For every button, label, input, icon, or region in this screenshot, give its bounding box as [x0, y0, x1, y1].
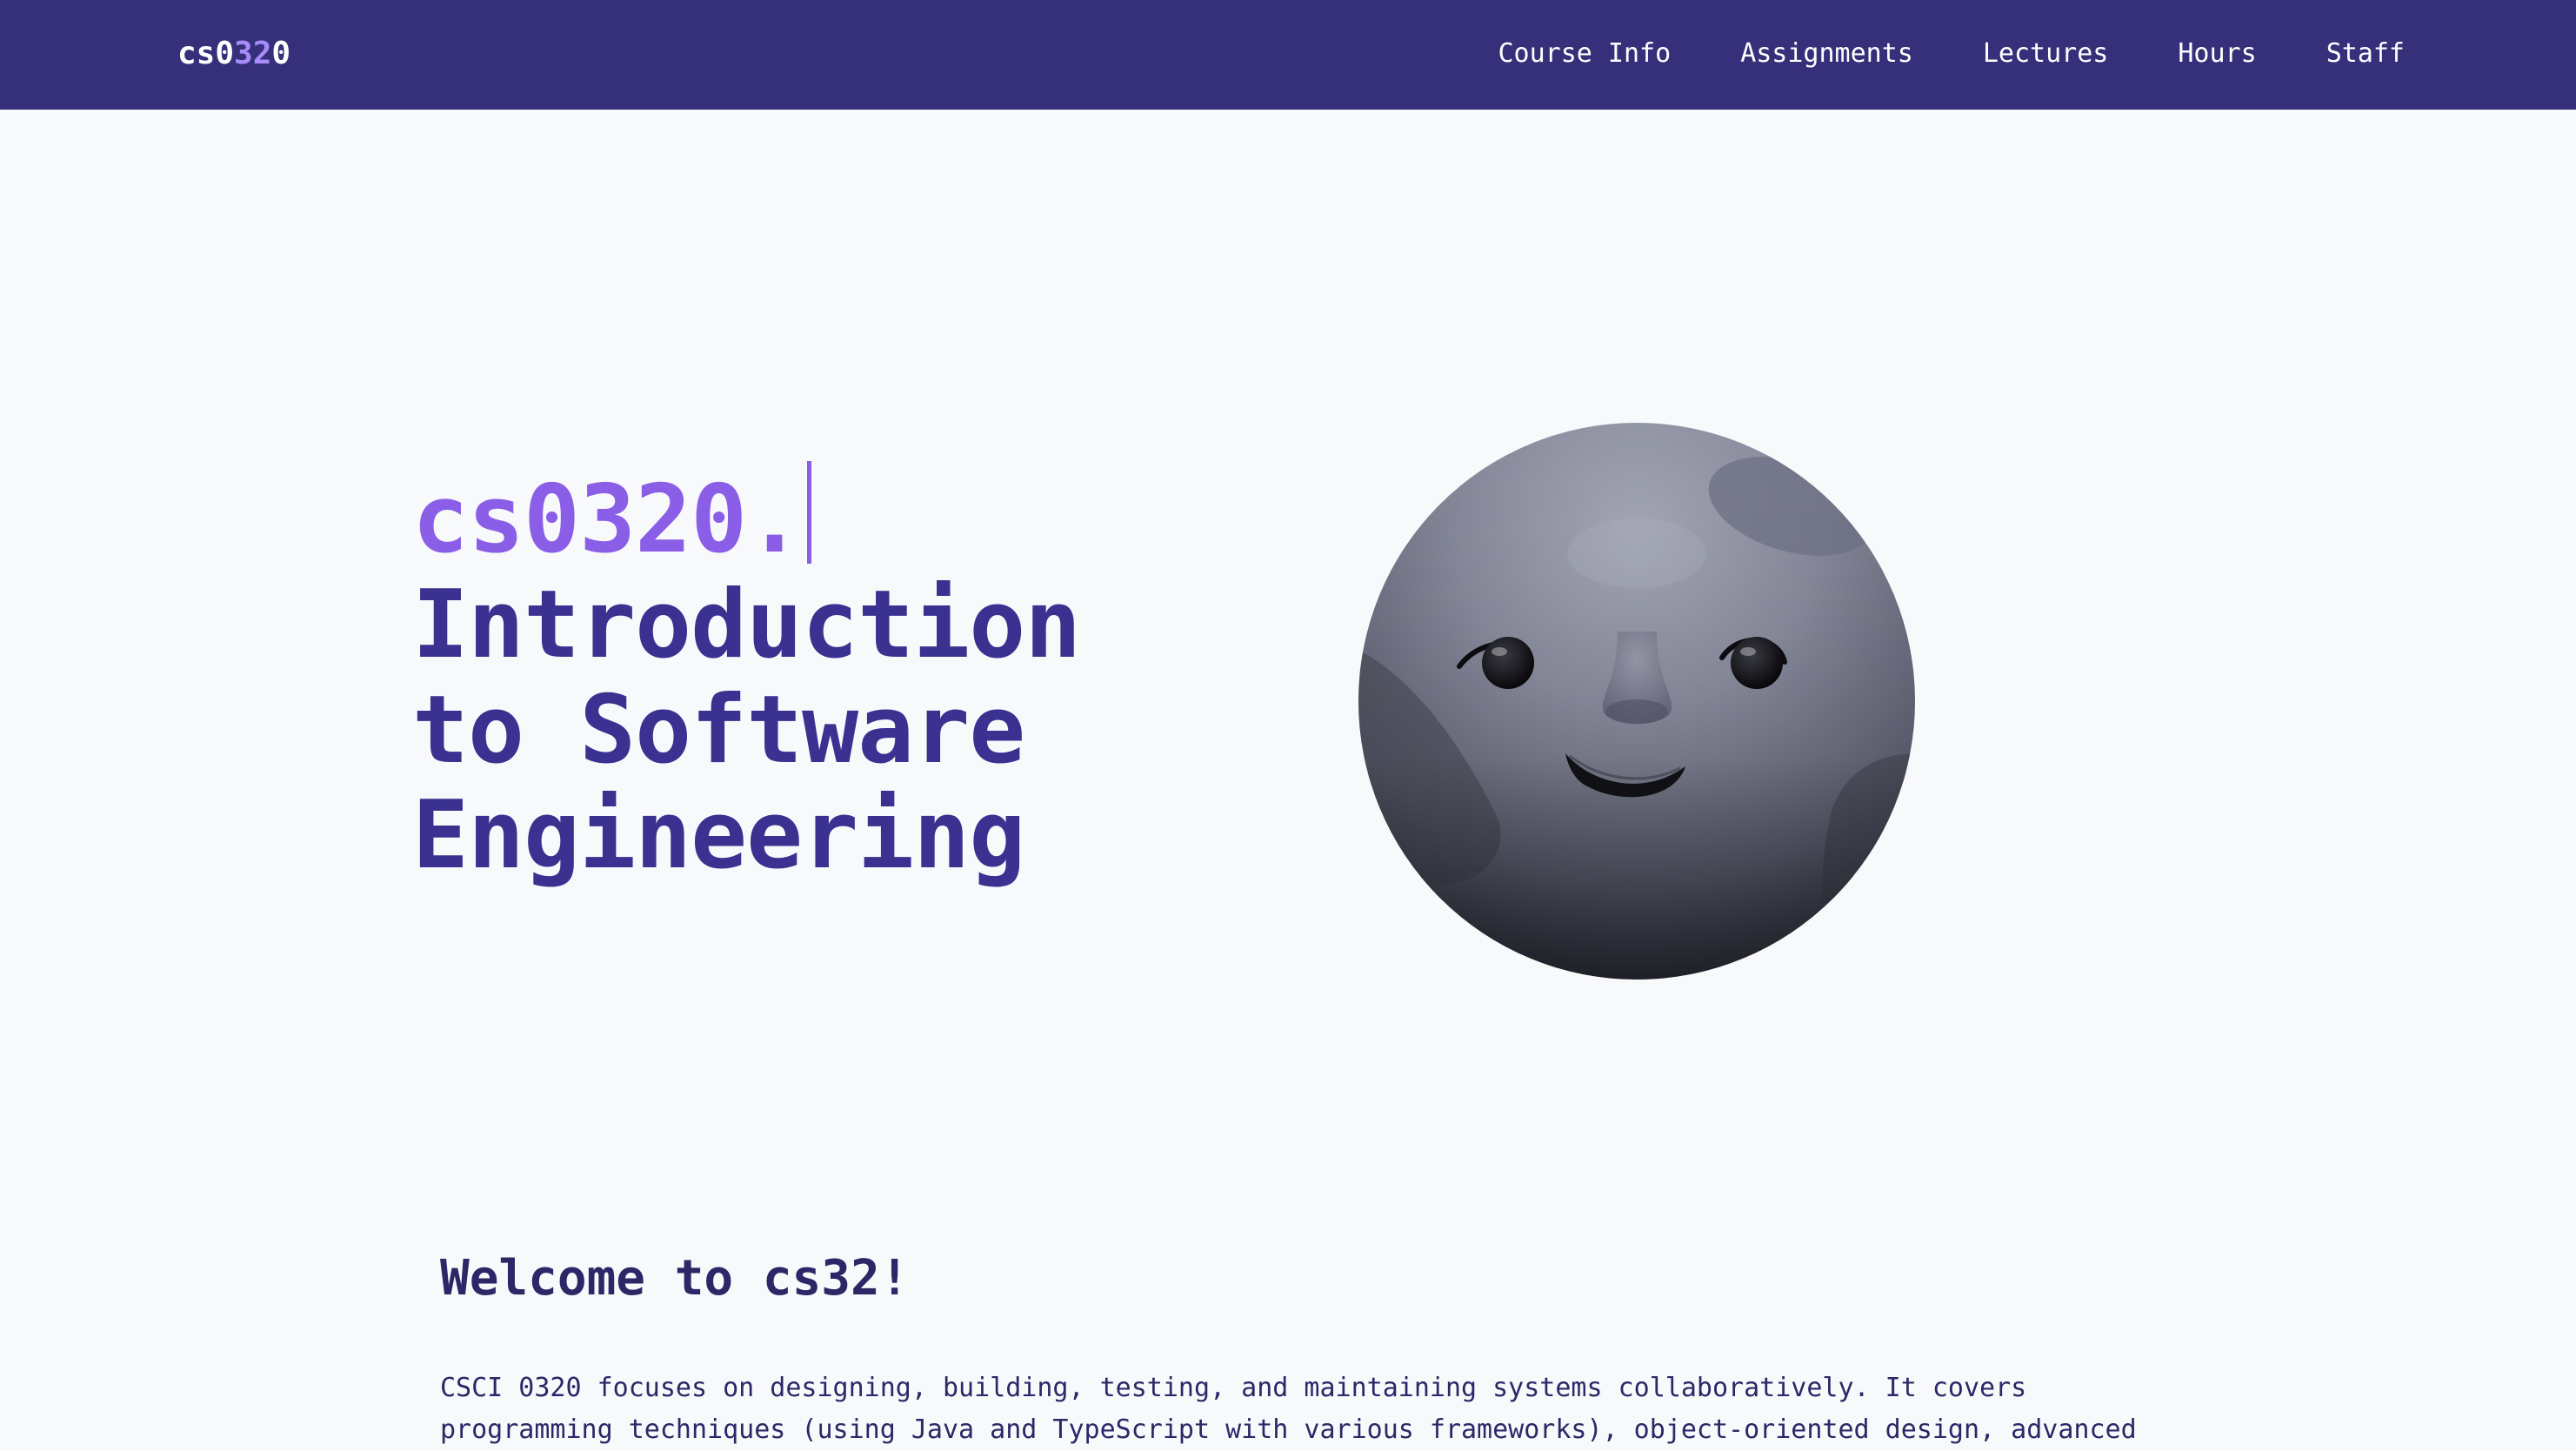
brand-prefix: cs0	[177, 36, 235, 71]
brand-highlight: 32	[234, 36, 272, 71]
course-description-line-2: programming techniques (using Java and T…	[440, 1414, 2137, 1445]
hero-title: cs0320. Introduction to Software Enginee…	[412, 461, 1081, 890]
top-navbar: cs0320 Course Info Assignments Lectures …	[0, 0, 2576, 110]
course-description: CSCI 0320 focuses on designing, building…	[440, 1367, 2179, 1451]
nav-links: Course Info Assignments Lectures Hours S…	[1498, 33, 2406, 75]
brand-suffix: 0	[271, 36, 291, 71]
brand-logo-link[interactable]: cs0320	[177, 33, 290, 75]
nav-link-course-info[interactable]: Course Info	[1498, 33, 1672, 75]
nav-link-hours[interactable]: Hours	[2178, 33, 2256, 75]
hero-course-code-text: cs0320.	[412, 465, 803, 574]
nav-link-lectures[interactable]: Lectures	[1983, 33, 2109, 75]
nav-link-staff[interactable]: Staff	[2326, 33, 2405, 75]
hero-title-line-1: Introduction	[412, 571, 1081, 679]
moon-face-svg	[1358, 423, 1915, 980]
typing-cursor	[807, 461, 812, 564]
welcome-heading: Welcome to cs32!	[440, 1250, 910, 1307]
nav-link-assignments[interactable]: Assignments	[1740, 33, 1913, 75]
hero-title-line-2: to Software	[412, 676, 1025, 785]
hero-course-code: cs0320.	[412, 461, 1080, 572]
hero-title-line-3: Engineering	[412, 781, 1025, 890]
course-description-line-1: CSCI 0320 focuses on designing, building…	[440, 1373, 2027, 1403]
moon-face-icon	[1357, 423, 1917, 980]
